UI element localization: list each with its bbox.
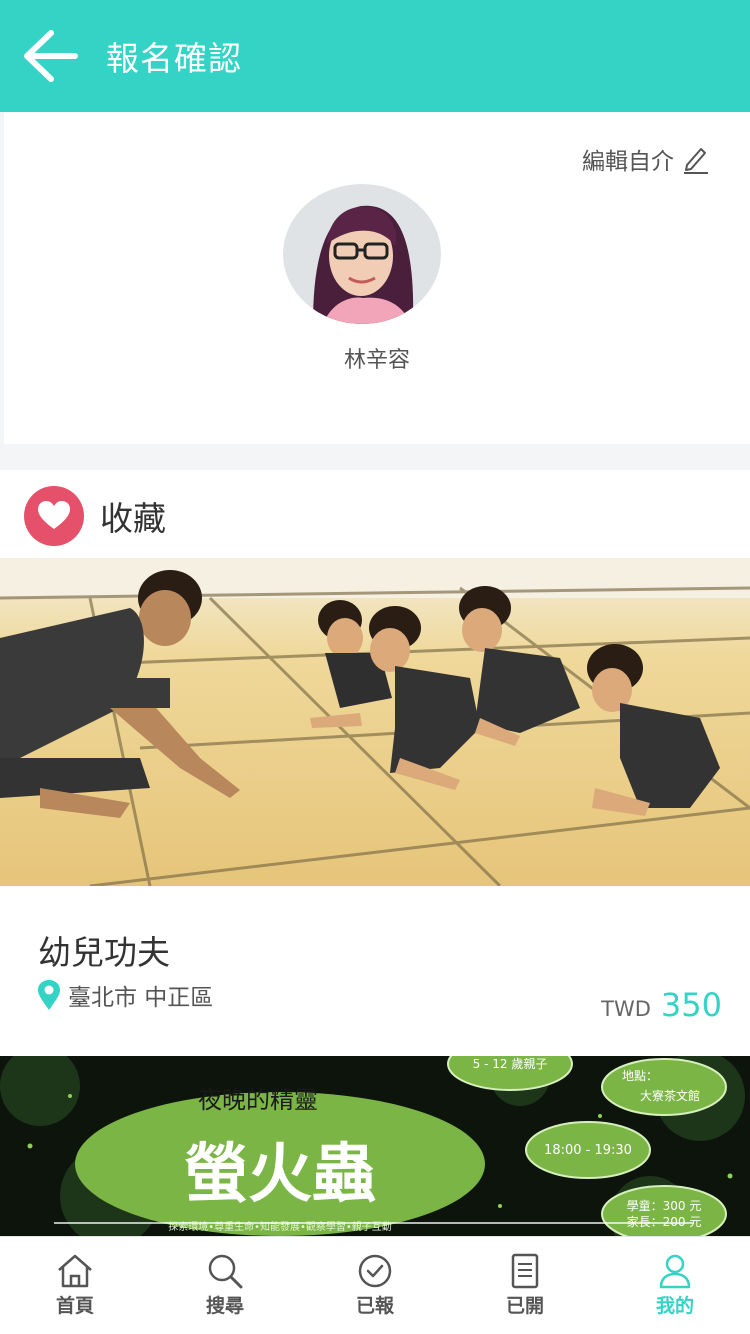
kungfu-class-photo: [0, 558, 750, 886]
page-title: 報名確認: [106, 39, 242, 78]
activity-price: TWD 350: [601, 986, 722, 1024]
heart-icon: [24, 486, 84, 546]
favorites-label: 收藏: [100, 499, 166, 538]
poster-time: 18:00 - 19:30: [544, 1143, 632, 1158]
user-icon: [659, 1254, 691, 1289]
price-currency: TWD: [601, 997, 651, 1021]
edit-bio-label: 編輯自介: [582, 149, 674, 175]
check-circle-icon: [358, 1254, 392, 1288]
location-label: 臺北市 中正區: [68, 985, 214, 1011]
location-pin-icon: [38, 980, 60, 1010]
user-name: 林辛容: [343, 348, 410, 373]
app-header: 報名確認: [0, 0, 750, 112]
poster-subtitle: 夜晚的精靈: [198, 1086, 318, 1114]
favorites-header: 收藏: [24, 486, 166, 546]
avatar-photo: [283, 184, 441, 324]
poster-location-label: 地點：: [622, 1069, 658, 1083]
profile-card: 編輯自介 林辛容: [4, 112, 750, 444]
tab-opened-label: 已開: [505, 1295, 544, 1317]
favorites-section: 收藏 幼兒功夫 臺北市 中正區 TWD 350 5 - 12 歲親子 地點： 大…: [0, 470, 750, 1236]
activity-location: 臺北市 中正區: [38, 978, 213, 1012]
firefly-poster-image: 5 - 12 歲親子 地點： 大寮茶文館 18:00 - 19:30 學童：30…: [0, 1056, 750, 1236]
firefly-poster[interactable]: 5 - 12 歲親子 地點： 大寮茶文館 18:00 - 19:30 學童：30…: [0, 1056, 750, 1236]
scroll-indicator: [54, 1222, 694, 1224]
tab-mine-label: 我的: [655, 1295, 694, 1317]
price-amount: 350: [660, 986, 722, 1024]
poster-location: 大寮茶文館: [640, 1088, 700, 1103]
document-icon: [511, 1253, 539, 1289]
pencil-icon: [684, 148, 708, 174]
avatar[interactable]: [283, 184, 441, 324]
bottom-tab-bar: 首頁 搜尋 已報 已開 我的: [0, 1236, 750, 1334]
search-icon: [208, 1254, 243, 1289]
tab-search-label: 搜尋: [205, 1295, 244, 1317]
tab-registered[interactable]: 已報: [300, 1237, 450, 1334]
activity-image[interactable]: [0, 558, 750, 886]
poster-price-child: 學童：300 元: [627, 1198, 702, 1213]
tab-mine[interactable]: 我的: [600, 1237, 750, 1334]
tab-search[interactable]: 搜尋: [150, 1237, 300, 1334]
tab-registered-label: 已報: [355, 1295, 394, 1317]
tab-opened[interactable]: 已開: [450, 1237, 600, 1334]
poster-age: 5 - 12 歲親子: [473, 1057, 548, 1071]
edit-bio-button[interactable]: 編輯自介: [582, 142, 710, 176]
poster-title: 螢火蟲: [184, 1138, 376, 1212]
tab-home-label: 首頁: [55, 1295, 94, 1317]
activity-title[interactable]: 幼兒功夫: [38, 926, 170, 974]
tab-home[interactable]: 首頁: [0, 1237, 150, 1334]
home-icon: [58, 1254, 92, 1288]
back-button[interactable]: [2, 0, 98, 112]
arrow-left-icon: [24, 30, 78, 82]
